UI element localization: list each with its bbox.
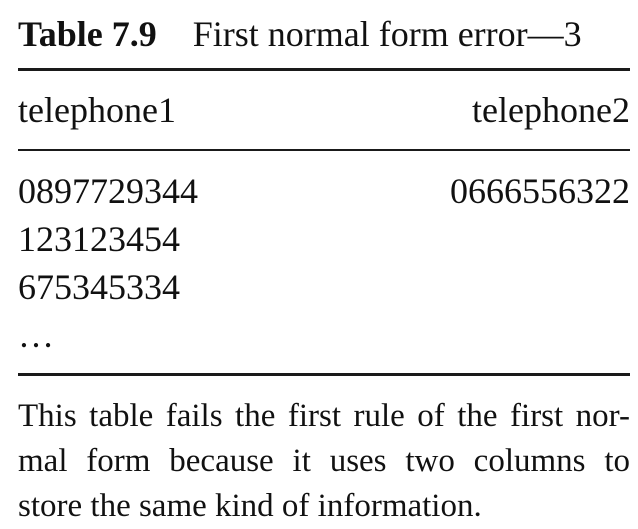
table-cell: 0897729344 xyxy=(18,171,198,211)
table-note: This table fails the first rule of the f… xyxy=(18,394,630,529)
note-line: This table fails the first rule of the f… xyxy=(18,398,630,434)
table-caption: Table 7.9 First normal form error—3 xyxy=(18,0,630,68)
table-title: First normal form error—3 xyxy=(192,14,582,54)
table-header-row: telephone1 telephone2 xyxy=(18,71,630,149)
column-header-telephone1: telephone1 xyxy=(18,90,176,130)
table-cell: 0666556322 xyxy=(450,171,630,211)
note-line: mal form because it uses two columns to xyxy=(18,443,630,479)
table-cell-ellipsis: … xyxy=(18,315,54,355)
table-row: 0897729344 0666556322 xyxy=(18,167,630,215)
column-header-telephone2: telephone2 xyxy=(472,90,630,130)
table-cell: 675345334 xyxy=(18,267,180,307)
table-body: 0897729344 0666556322 123123454 67534533… xyxy=(18,151,630,373)
table-figure: Table 7.9 First normal form error—3 tele… xyxy=(18,0,630,529)
table-row: 675345334 xyxy=(18,263,630,311)
table-row: … xyxy=(18,311,630,359)
table-number: Table 7.9 xyxy=(18,14,157,54)
table-cell: 123123454 xyxy=(18,219,180,259)
note-line: store the same kind of information. xyxy=(18,488,482,524)
bottom-rule xyxy=(18,373,630,376)
table-row: 123123454 xyxy=(18,215,630,263)
